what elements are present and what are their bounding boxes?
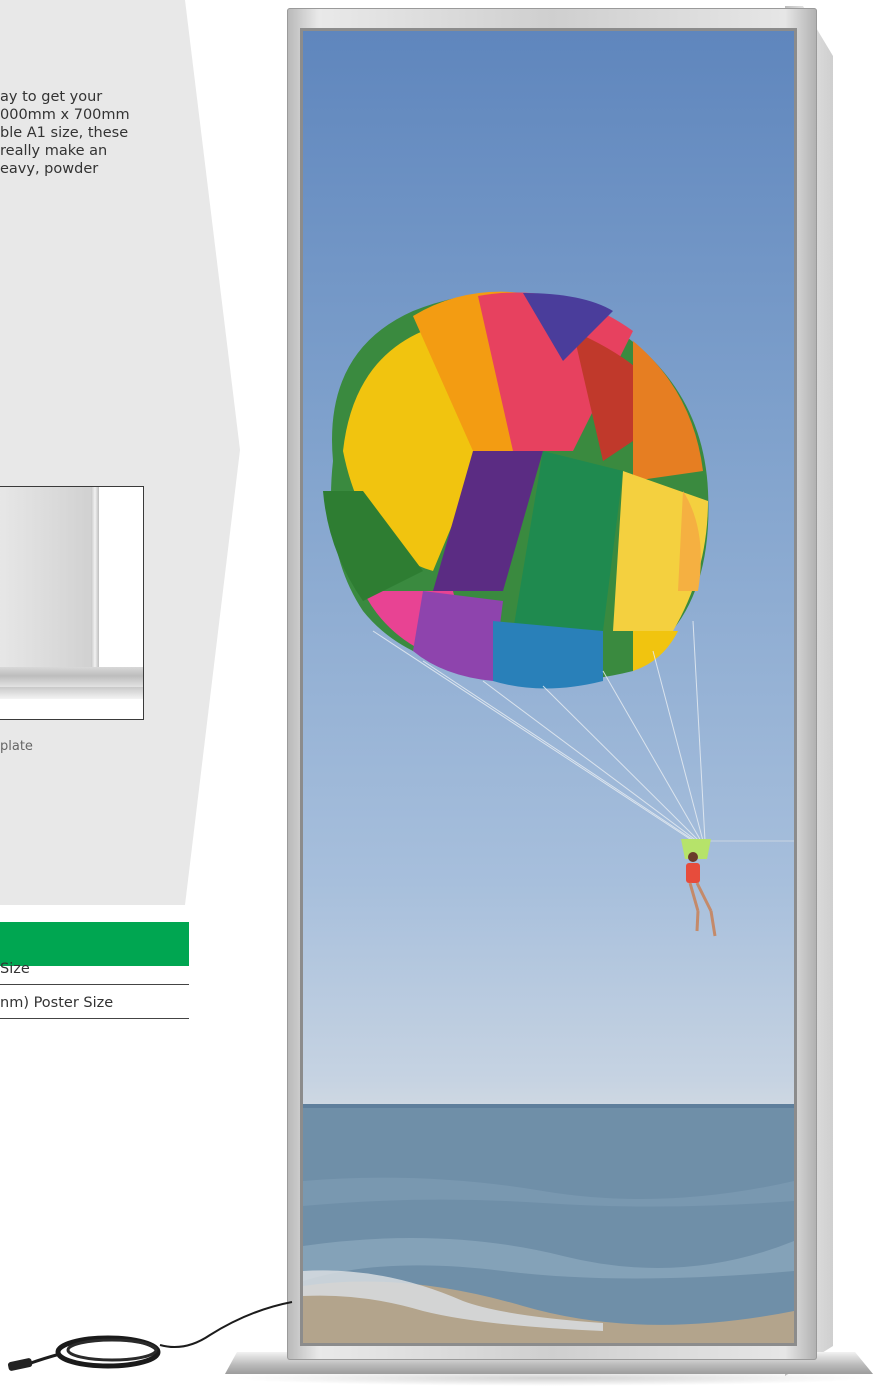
parachute bbox=[323, 291, 709, 689]
description-line: eavy, powder bbox=[0, 161, 99, 177]
parasailer bbox=[681, 839, 717, 937]
photo-panel bbox=[0, 487, 99, 677]
description-line: ble A1 size, these bbox=[0, 125, 129, 141]
power-cable-icon bbox=[7, 1301, 293, 1371]
photo-edge bbox=[91, 487, 99, 677]
horizon bbox=[303, 1104, 794, 1108]
photo-base-plate bbox=[0, 667, 143, 689]
description-line: really make an bbox=[0, 143, 108, 159]
description-line: 000mm x 700mm bbox=[0, 107, 130, 123]
poster-illustration bbox=[303, 291, 794, 1343]
photo-floor bbox=[0, 687, 143, 699]
parasailing-poster bbox=[303, 31, 794, 1343]
size-option: Size bbox=[0, 954, 189, 985]
product-page: ay to get your 000mm x 700mm ble A1 size… bbox=[0, 0, 874, 1392]
description-line: ay to get your bbox=[0, 89, 103, 105]
base-plate-photo bbox=[0, 486, 144, 720]
size-option: nm) Poster Size bbox=[0, 988, 189, 1019]
product-description: ay to get your 000mm x 700mm ble A1 size… bbox=[0, 88, 190, 178]
photo-caption: plate bbox=[0, 739, 33, 754]
